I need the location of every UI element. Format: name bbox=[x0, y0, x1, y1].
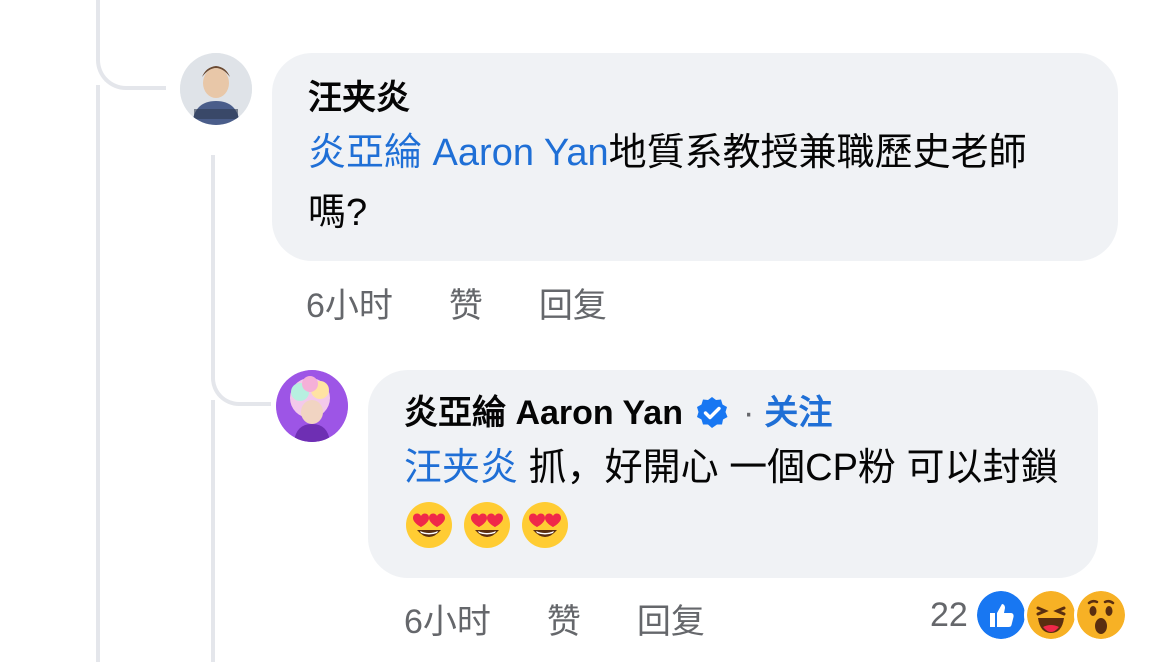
heart-eyes-emoji bbox=[522, 502, 568, 548]
reaction-count: 22 bbox=[930, 595, 968, 634]
comment-actions: 6小时 赞 回复 bbox=[306, 278, 607, 327]
thread-connector-line bbox=[96, 85, 100, 662]
avatar[interactable] bbox=[276, 370, 348, 442]
reply-button[interactable]: 回复 bbox=[539, 278, 607, 327]
comment-bubble: 汪夹炎 炎亞綸 Aaron Yan地質系教授兼職歷史老師嗎? bbox=[272, 53, 1118, 261]
like-button[interactable]: 赞 bbox=[547, 594, 581, 643]
comment-actions: 6小时 赞 回复 bbox=[404, 594, 705, 643]
comment-body: 抓，好開心 一個CP粉 可以封鎖 bbox=[518, 447, 1059, 489]
comment-author-row: 炎亞綸 Aaron Yan · 关注 bbox=[404, 392, 1062, 434]
avatar[interactable] bbox=[180, 53, 252, 125]
comment-text: 汪夹炎 抓，好開心 一個CP粉 可以封鎖 bbox=[404, 438, 1062, 558]
heart-eyes-emoji bbox=[406, 502, 452, 548]
like-reaction-icon bbox=[973, 588, 1028, 642]
comment-thread: 汪夹炎 炎亞綸 Aaron Yan地質系教授兼職歷史老師嗎? 6小时 赞 回复 … bbox=[0, 0, 1170, 662]
reply-connector-line-lower bbox=[211, 400, 215, 662]
wow-reaction-icon bbox=[1073, 588, 1128, 642]
follow-button[interactable]: 关注 bbox=[764, 392, 832, 434]
comment-timestamp[interactable]: 6小时 bbox=[404, 594, 491, 643]
reply-connector-curve bbox=[211, 360, 271, 406]
thread-connector-curve bbox=[96, 0, 166, 90]
reply-button[interactable]: 回复 bbox=[637, 594, 705, 643]
heart-eyes-emoji bbox=[464, 502, 510, 548]
haha-reaction-icon bbox=[1023, 588, 1078, 642]
comment-author[interactable]: 汪夹炎 bbox=[308, 77, 1082, 119]
comment-text: 炎亞綸 Aaron Yan地質系教授兼職歷史老師嗎? bbox=[308, 123, 1082, 243]
verified-badge-icon bbox=[697, 397, 728, 428]
reply-connector-line bbox=[211, 155, 215, 365]
separator-dot: · bbox=[743, 394, 755, 432]
like-button[interactable]: 赞 bbox=[449, 278, 483, 327]
mention-link[interactable]: 汪夹炎 bbox=[404, 447, 518, 489]
user-photo-icon bbox=[276, 370, 348, 442]
user-photo-icon bbox=[180, 53, 252, 125]
comment-timestamp[interactable]: 6小时 bbox=[306, 278, 393, 327]
mention-link[interactable]: 炎亞綸 Aaron Yan bbox=[308, 132, 609, 174]
comment-bubble: 炎亞綸 Aaron Yan · 关注 汪夹炎 抓，好開心 一個CP粉 可以封鎖 bbox=[368, 370, 1098, 578]
reactions-summary[interactable]: 22 bbox=[930, 588, 1128, 642]
comment-author[interactable]: 炎亞綸 Aaron Yan bbox=[404, 392, 683, 434]
